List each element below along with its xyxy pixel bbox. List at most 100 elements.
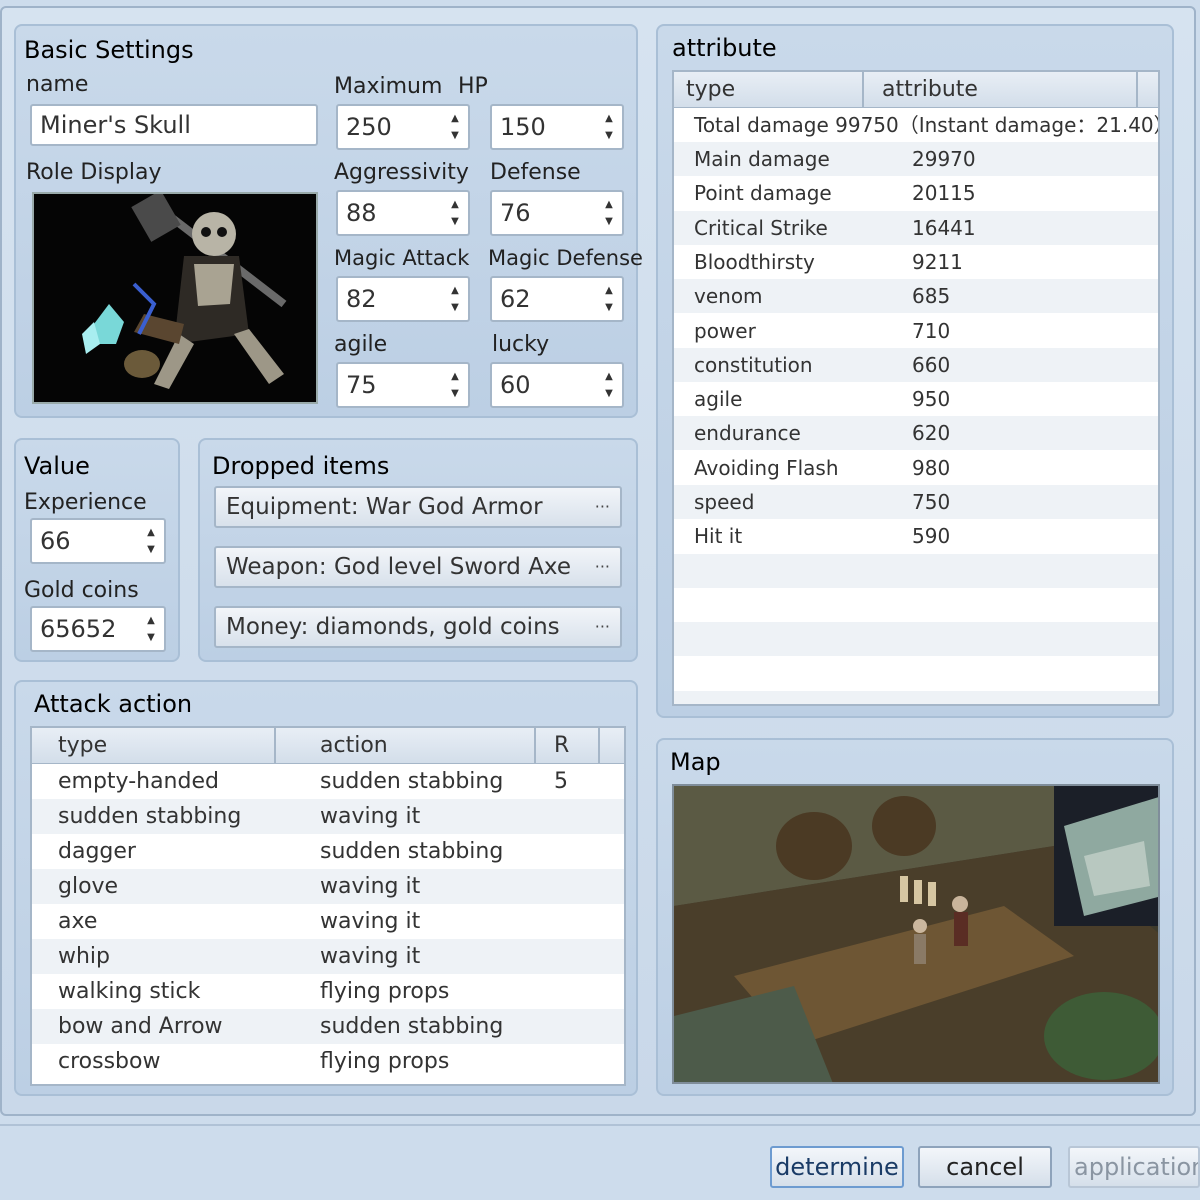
drop-item-weapon[interactable]: Weapon: God level Sword Axe ··· [214,546,622,588]
drop-item-money[interactable]: Money: diamonds, gold coins ··· [214,606,622,648]
table-row[interactable]: glove waving it [32,869,624,904]
experience-stepper[interactable]: 66 ▲ ▼ [30,518,166,564]
stepper-arrows-icon[interactable]: ▲ ▼ [142,524,160,558]
defense-label: Defense [490,160,581,185]
stepper-arrows-icon[interactable]: ▲ ▼ [446,110,464,144]
empty-row [674,553,1158,588]
experience-value: 66 [40,527,71,555]
stepper-arrows-icon[interactable]: ▲ ▼ [446,368,464,402]
table-row[interactable]: axe waving it [32,904,624,939]
table-row[interactable]: constitution 660 [674,347,1158,382]
column-header-type[interactable]: type [32,728,276,764]
drop-item-label: Weapon: God level Sword Axe [226,554,571,580]
column-header-r[interactable]: R [536,728,600,764]
stepper-arrows-icon[interactable]: ▲ ▼ [600,282,618,316]
defense-value: 76 [500,199,531,227]
table-row[interactable]: Avoiding Flash 980 [674,450,1158,485]
gold-coins-label: Gold coins [24,578,139,603]
cancel-button[interactable]: cancel [918,1146,1052,1188]
table-row[interactable]: walking stick flying props [32,974,624,1009]
empty-row [674,656,1158,691]
aggressivity-stepper[interactable]: 88 ▲ ▼ [336,190,470,236]
drop-item-label: Money: diamonds, gold coins [226,614,560,640]
stepper-arrows-icon[interactable]: ▲ ▼ [446,282,464,316]
table-row[interactable]: whip waving it [32,939,624,974]
basic-settings-title: Basic Settings [24,36,194,64]
cell-attribute: 590 [912,524,951,549]
ellipsis-icon[interactable]: ··· [595,548,610,586]
attribute-panel: attribute type attribute Total damage 99… [656,24,1174,718]
table-row[interactable]: endurance 620 [674,416,1158,451]
role-display-label: Role Display [26,160,162,185]
table-row[interactable]: power 710 [674,313,1158,348]
cell-type: sudden stabbing [58,804,242,829]
table-row[interactable]: Point damage 20115 [674,176,1158,211]
cell-type: speed [694,490,755,514]
map-panel: Map [656,738,1174,1096]
cell-type: constitution [694,352,813,377]
application-button[interactable]: application [1068,1146,1200,1188]
cell-action: waving it [320,944,421,969]
role-display-image [32,192,318,404]
cell-type: Avoiding Flash [694,455,839,480]
value-panel: Value Experience 66 ▲ ▼ Gold coins 65652 … [14,438,180,662]
lucky-stepper[interactable]: 60 ▲ ▼ [490,362,624,408]
cell-action: sudden stabbing [320,1014,504,1039]
hp-stepper[interactable]: 150 ▲ ▼ [490,104,624,150]
lucky-label: lucky [492,332,550,357]
table-row[interactable]: speed 750 [674,485,1158,519]
cell-attribute: 9211 [912,249,963,274]
cell-type: whip [58,944,111,969]
determine-button[interactable]: determine [770,1146,904,1188]
table-row[interactable]: empty-handed sudden stabbing 5 [32,764,624,799]
empty-row [674,690,1158,704]
footer-divider [0,1124,1200,1126]
dungeon-map-icon [674,786,1158,1082]
attack-action-table: type action R empty-handed sudden stabbin… [30,726,626,1086]
table-row[interactable]: agile 950 [674,382,1158,417]
drop-item-equipment[interactable]: Equipment: War God Armor ··· [214,486,622,528]
table-row[interactable]: dagger sudden stabbing [32,834,624,869]
cell-type: agile [694,387,743,412]
table-row[interactable]: sudden stabbing waving it [32,799,624,834]
ellipsis-icon[interactable]: ··· [595,608,610,646]
maximum-stepper[interactable]: 250 ▲ ▼ [336,104,470,150]
stepper-arrows-icon[interactable]: ▲ ▼ [600,196,618,230]
gold-coins-stepper[interactable]: 65652 ▲ ▼ [30,606,166,652]
magic-attack-value: 82 [346,285,377,313]
name-input[interactable]: Miner's Skull [30,104,318,146]
skeleton-miner-icon [34,194,316,402]
column-header-action[interactable]: action [276,728,536,764]
empty-row [674,587,1158,622]
cell-type: Main damage [694,147,830,171]
table-row[interactable]: Main damage 29970 [674,142,1158,176]
column-header-attribute[interactable]: attribute [864,72,1138,108]
cell-action: waving it [320,874,421,899]
table-row[interactable]: venom 685 [674,279,1158,314]
stepper-arrows-icon[interactable]: ▲ ▼ [600,368,618,402]
cell-type: Hit it [694,524,743,549]
empty-row [674,622,1158,657]
stepper-arrows-icon[interactable]: ▲ ▼ [142,612,160,646]
defense-stepper[interactable]: 76 ▲ ▼ [490,190,624,236]
table-row[interactable]: crossbow flying props [32,1044,624,1079]
column-header-type[interactable]: type [674,72,864,108]
cell-type: Point damage [694,181,832,206]
ellipsis-icon[interactable]: ··· [595,488,610,526]
stepper-arrows-icon[interactable]: ▲ ▼ [446,196,464,230]
cell-action: sudden stabbing [320,839,504,864]
magic-defense-stepper[interactable]: 62 ▲ ▼ [490,276,624,322]
table-row[interactable]: Hit it 590 [674,519,1158,554]
cell-attribute: 980 [912,455,951,480]
gold-coins-value: 65652 [40,615,117,643]
table-row[interactable]: Bloodthirsty 9211 [674,244,1158,279]
agile-stepper[interactable]: 75 ▲ ▼ [336,362,470,408]
maximum-value: 250 [346,113,392,141]
stepper-arrows-icon[interactable]: ▲ ▼ [600,110,618,144]
total-damage-row[interactable]: Total damage 99750（Instant damage：21.40） [674,108,1158,142]
table-row[interactable]: bow and Arrow sudden stabbing [32,1009,624,1044]
table-row[interactable]: Critical Strike 16441 [674,210,1158,245]
lucky-value: 60 [500,371,531,399]
magic-attack-stepper[interactable]: 82 ▲ ▼ [336,276,470,322]
magic-defense-label: Magic Defense [488,246,643,270]
